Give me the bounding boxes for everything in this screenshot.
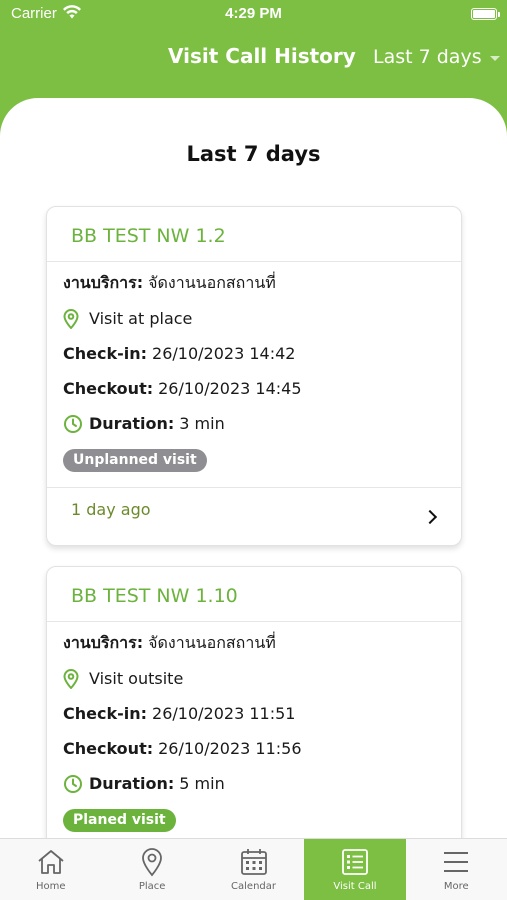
service-label: งานบริการ: [63, 273, 144, 292]
checkout-row: Checkout: 26/10/2023 11:56 [63, 731, 445, 766]
checkin-label: Check-in: [63, 344, 148, 363]
checkin-row: Check-in: 26/10/2023 11:51 [63, 696, 445, 731]
tab-home-label: Home [35, 881, 66, 892]
visit-card[interactable]: BB TEST NW 1.2 งานบริการ: จัดงานนอกสถานท… [46, 206, 462, 546]
menu-icon [444, 852, 469, 872]
content-panel: Last 7 days BB TEST NW 1.2 งานบริการ: จั… [0, 98, 507, 843]
duration-value: 3 min [179, 414, 225, 433]
checkin-label: Check-in: [63, 704, 148, 723]
status-bar: Carrier 4:29 PM [0, 0, 507, 30]
duration-row: Duration: 3 min [63, 406, 445, 441]
tab-visit-call-label: Visit Call [333, 881, 377, 892]
visit-type-value: Visit at place [89, 309, 193, 328]
service-row: งานบริการ: จัดงานนอกสถานที่ [63, 266, 445, 301]
location-pin-icon [142, 848, 163, 877]
checkout-label: Checkout: [63, 739, 154, 758]
clock-icon [64, 414, 82, 433]
checkout-value: 26/10/2023 14:45 [158, 379, 302, 398]
calendar-icon [240, 849, 267, 875]
checkin-value: 26/10/2023 11:51 [152, 704, 296, 723]
visit-status-badge: Planed visit [63, 808, 176, 832]
list-icon [342, 849, 368, 875]
service-value: จัดงานนอกสถานที่ [148, 273, 276, 292]
tab-calendar-label: Calendar [231, 881, 276, 892]
tab-calendar[interactable]: Calendar [203, 839, 304, 900]
visit-status-badge: Unplanned visit [63, 448, 207, 472]
visit-card-title: BB TEST NW 1.2 [47, 207, 461, 262]
tab-home[interactable]: Home [0, 839, 101, 900]
duration-row: Duration: 5 min [63, 766, 445, 801]
tab-place[interactable]: Place [101, 839, 202, 900]
checkin-row: Check-in: 26/10/2023 14:42 [63, 336, 445, 371]
service-label: งานบริการ: [63, 633, 144, 652]
tab-bar: Home Place Calendar Visit Call More [0, 838, 507, 900]
status-time: 4:29 PM [225, 5, 282, 22]
relative-time: 1 day ago [71, 500, 151, 519]
visit-type-row: Visit at place [63, 301, 445, 336]
battery-icon [471, 8, 500, 20]
duration-value: 5 min [179, 774, 225, 793]
chevron-right-icon[interactable] [422, 509, 438, 525]
tab-visit-call[interactable]: Visit Call [304, 839, 406, 900]
location-pin-icon [63, 668, 79, 689]
period-dropdown[interactable]: Last 7 days [373, 45, 500, 69]
visit-card-title: BB TEST NW 1.10 [47, 567, 461, 622]
location-pin-icon [63, 308, 79, 329]
duration-label: Duration: [89, 414, 175, 433]
clock-icon [64, 774, 82, 793]
checkout-label: Checkout: [63, 379, 154, 398]
visit-type-row: Visit outsite [63, 661, 445, 696]
tab-place-label: Place [138, 881, 166, 892]
home-icon [38, 850, 64, 874]
tab-more-label: More [443, 881, 469, 892]
checkout-row: Checkout: 26/10/2023 14:45 [63, 371, 445, 406]
visit-card[interactable]: BB TEST NW 1.10 งานบริการ: จัดงานนอกสถาน… [46, 566, 462, 843]
visit-type-value: Visit outsite [89, 669, 184, 688]
caret-down-icon [489, 55, 500, 61]
service-row: งานบริการ: จัดงานนอกสถานที่ [63, 626, 445, 661]
service-value: จัดงานนอกสถานที่ [148, 633, 276, 652]
tab-more[interactable]: More [406, 839, 507, 900]
duration-label: Duration: [89, 774, 175, 793]
period-dropdown-label: Last 7 days [373, 46, 482, 68]
visit-card-footer[interactable]: 1 day ago [47, 487, 461, 545]
checkin-value: 26/10/2023 14:42 [152, 344, 296, 363]
section-title: Last 7 days [186, 142, 321, 166]
checkout-value: 26/10/2023 11:56 [158, 739, 302, 758]
page-title: Visit Call History [168, 44, 356, 68]
